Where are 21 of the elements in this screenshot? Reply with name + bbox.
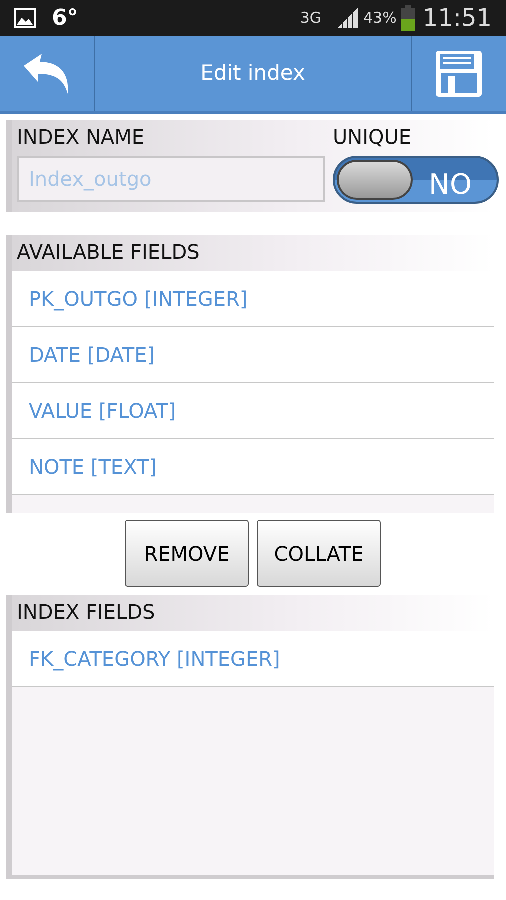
section-title: INDEX FIELDS: [17, 600, 156, 624]
clock-text: 11:51: [422, 3, 492, 34]
field-list-item[interactable]: FK_CATEGORY [INTEGER]: [12, 631, 494, 687]
screen-title: Edit index: [200, 60, 306, 87]
action-button[interactable]: REMOVE: [125, 520, 249, 587]
field-list-item[interactable]: NOTE [TEXT]: [12, 439, 494, 495]
section-title: AVAILABLE FIELDS: [17, 240, 200, 264]
index-name-label: INDEX NAME: [17, 124, 146, 151]
temperature-text: 6°: [52, 4, 78, 32]
field-list-item[interactable]: VALUE [FLOAT]: [12, 383, 494, 439]
unique-label: UNIQUE: [333, 124, 413, 151]
unique-toggle[interactable]: NO: [333, 156, 499, 204]
battery-percent-text: 43%: [363, 8, 397, 29]
field-list-item[interactable]: PK_OUTGO [INTEGER]: [12, 271, 494, 327]
picture-notification-icon: [14, 8, 36, 28]
field-list-item[interactable]: DATE [DATE]: [12, 327, 494, 383]
action-button[interactable]: COLLATE: [257, 520, 381, 587]
signal-icon: [337, 7, 360, 29]
back-arrow-icon: [24, 54, 70, 94]
network-type-text: 3G: [300, 8, 322, 29]
battery-icon: [400, 5, 415, 31]
